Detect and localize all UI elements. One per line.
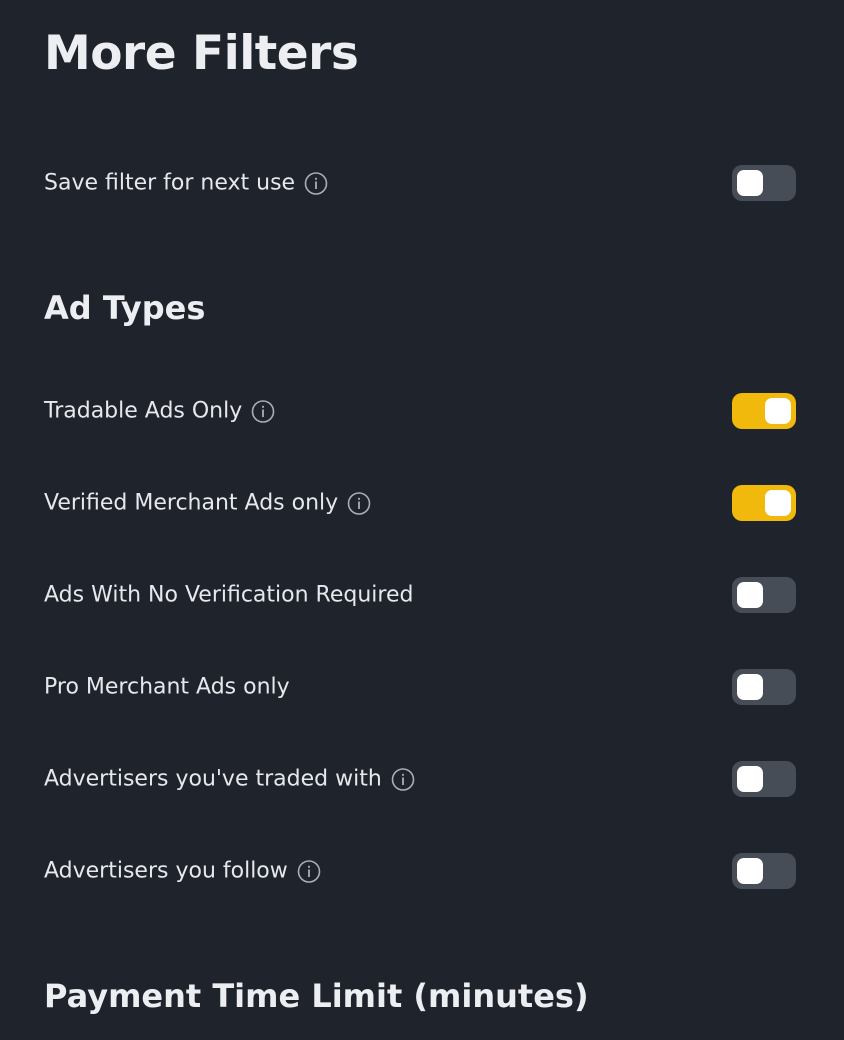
toggle-knob bbox=[737, 582, 763, 608]
save-filter-toggle[interactable] bbox=[732, 165, 796, 201]
save-filter-row: Save filter for next use bbox=[44, 163, 796, 203]
payment-time-limit-heading: Payment Time Limit (minutes) bbox=[44, 977, 589, 1015]
ad-type-row-verified-merchant: Verified Merchant Ads only bbox=[44, 483, 796, 523]
no-verification-toggle[interactable] bbox=[732, 577, 796, 613]
toggle-knob bbox=[737, 170, 763, 196]
ad-type-label: Tradable Ads Only bbox=[44, 398, 243, 424]
verified-merchant-toggle[interactable] bbox=[732, 485, 796, 521]
ad-type-label: Verified Merchant Ads only bbox=[44, 490, 339, 516]
pro-merchant-toggle[interactable] bbox=[732, 669, 796, 705]
toggle-knob bbox=[737, 858, 763, 884]
toggle-knob bbox=[765, 398, 791, 424]
save-filter-label: Save filter for next use bbox=[44, 170, 296, 196]
toggle-knob bbox=[765, 490, 791, 516]
ad-type-label: Ads With No Verification Required bbox=[44, 582, 414, 608]
tradable-ads-toggle[interactable] bbox=[732, 393, 796, 429]
ad-type-label: Advertisers you follow bbox=[44, 858, 288, 884]
info-icon[interactable] bbox=[391, 767, 415, 791]
info-icon[interactable] bbox=[347, 491, 371, 515]
info-icon[interactable] bbox=[297, 859, 321, 883]
info-icon[interactable] bbox=[304, 171, 328, 195]
ad-types-heading: Ad Types bbox=[44, 289, 206, 327]
toggle-knob bbox=[737, 766, 763, 792]
ad-type-label: Pro Merchant Ads only bbox=[44, 674, 290, 700]
traded-with-toggle[interactable] bbox=[732, 761, 796, 797]
ad-type-row-follow: Advertisers you follow bbox=[44, 851, 796, 891]
ad-type-row-tradable: Tradable Ads Only bbox=[44, 391, 796, 431]
ad-type-row-pro-merchant: Pro Merchant Ads only bbox=[44, 667, 796, 707]
info-icon[interactable] bbox=[251, 399, 275, 423]
page-title: More Filters bbox=[44, 26, 359, 81]
ad-type-label: Advertisers you've traded with bbox=[44, 766, 382, 792]
ad-type-row-no-verification: Ads With No Verification Required bbox=[44, 575, 796, 615]
toggle-knob bbox=[737, 674, 763, 700]
follow-toggle[interactable] bbox=[732, 853, 796, 889]
ad-type-row-traded-with: Advertisers you've traded with bbox=[44, 759, 796, 799]
